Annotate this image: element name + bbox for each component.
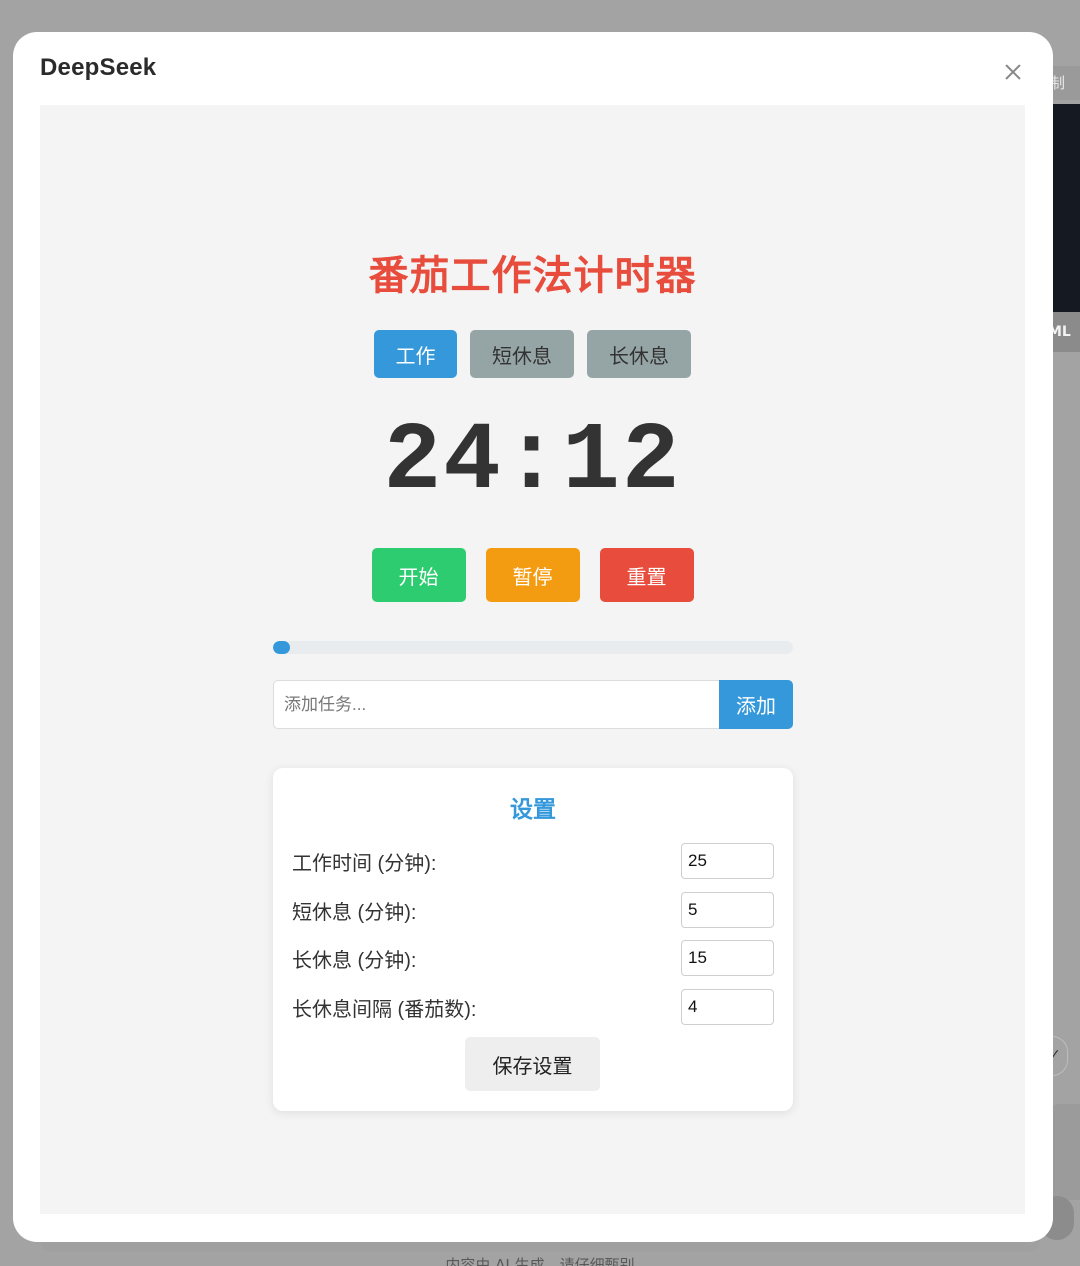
start-button[interactable]: 开始 [371,548,466,602]
progress-bar [273,641,793,654]
setting-label: 长休息 (分钟): [292,949,417,972]
setting-label: 短休息 (分钟): [292,901,417,924]
preview-modal: DeepSeek 番茄工作法计时器 工作 短休息 长休息 24:12 开始 暂停… [13,32,1053,1242]
setting-row-interval: 长休息间隔 (番茄数): [292,989,774,1025]
settings-panel: 设置 工作时间 (分钟): 短休息 (分钟): 长休息 (分钟): 长休息间隔 … [273,768,793,1111]
setting-row-long-break: 长休息 (分钟): [292,940,774,976]
long-break-interval-input[interactable] [681,989,774,1025]
mode-selector: 工作 短休息 长休息 [40,330,1025,378]
mode-long-break-button[interactable]: 长休息 [587,330,691,378]
setting-row-short-break: 短休息 (分钟): [292,892,774,928]
reset-button[interactable]: 重置 [599,548,694,602]
modal-title: DeepSeek [40,54,157,81]
close-icon[interactable] [999,58,1027,86]
preview-frame: 番茄工作法计时器 工作 短休息 长休息 24:12 开始 暂停 重置 添加 设置… [40,105,1025,1214]
mode-short-break-button[interactable]: 短休息 [470,330,574,378]
pause-button[interactable]: 暂停 [485,548,580,602]
add-task-button[interactable]: 添加 [719,680,793,729]
save-settings-button[interactable]: 保存设置 [465,1037,600,1091]
mode-work-button[interactable]: 工作 [374,330,457,378]
work-duration-input[interactable] [681,843,774,879]
setting-label: 长休息间隔 (番茄数): [292,998,477,1021]
short-break-input[interactable] [681,892,774,928]
app-title: 番茄工作法计时器 [368,254,697,298]
timer-display: 24:12 [383,407,682,516]
ai-disclaimer: 内容由 AI 生成，请仔细甄别 [445,1256,635,1266]
task-input[interactable] [273,680,719,729]
long-break-input[interactable] [681,940,774,976]
setting-row-work: 工作时间 (分钟): [292,843,774,879]
timer-controls: 开始 暂停 重置 [40,548,1025,602]
settings-title: 设置 [510,796,556,822]
setting-label: 工作时间 (分钟): [292,852,437,875]
progress-fill [273,641,290,654]
task-form: 添加 [273,680,793,729]
